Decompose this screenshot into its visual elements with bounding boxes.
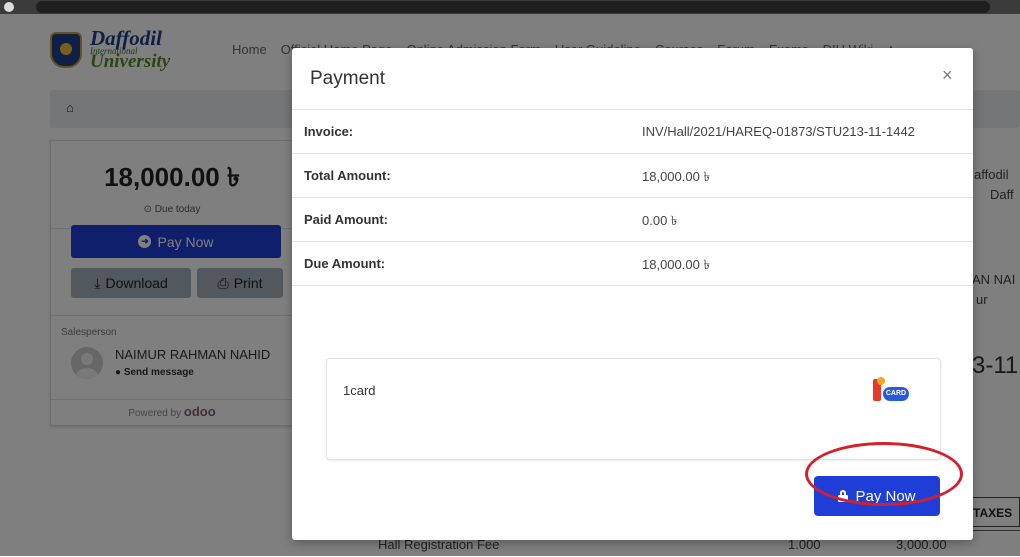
due-amount-value: 18,000.00 ৳ <box>642 257 710 272</box>
onecard-logo-icon: CARD <box>873 377 909 403</box>
modal-header: Payment × <box>292 48 973 110</box>
total-amount-row: Total Amount: 18,000.00 ৳ <box>292 154 973 198</box>
paid-amount-value: 0.00 ৳ <box>642 213 678 228</box>
browser-reload-icon[interactable] <box>4 2 14 12</box>
close-icon[interactable]: × <box>942 65 953 86</box>
browser-toolbar <box>0 0 1020 14</box>
paid-amount-row: Paid Amount: 0.00 ৳ <box>292 198 973 242</box>
paid-amount-label: Paid Amount: <box>304 212 389 227</box>
total-amount-value: 18,000.00 ৳ <box>642 169 710 184</box>
invoice-label: Invoice: <box>304 124 354 139</box>
card-logo-text: CARD <box>883 387 909 401</box>
address-bar[interactable] <box>36 1 990 13</box>
due-amount-row: Due Amount: 18,000.00 ৳ <box>292 242 973 286</box>
invoice-value: INV/Hall/2021/HAREQ-01873/STU213-11-1442 <box>642 124 915 139</box>
due-amount-label: Due Amount: <box>304 256 386 271</box>
modal-title: Payment <box>310 68 385 89</box>
provider-name: 1card <box>343 383 376 398</box>
invoice-row: Invoice: INV/Hall/2021/HAREQ-01873/STU21… <box>292 110 973 154</box>
annotation-highlight-circle <box>805 442 963 506</box>
total-amount-label: Total Amount: <box>304 168 391 183</box>
